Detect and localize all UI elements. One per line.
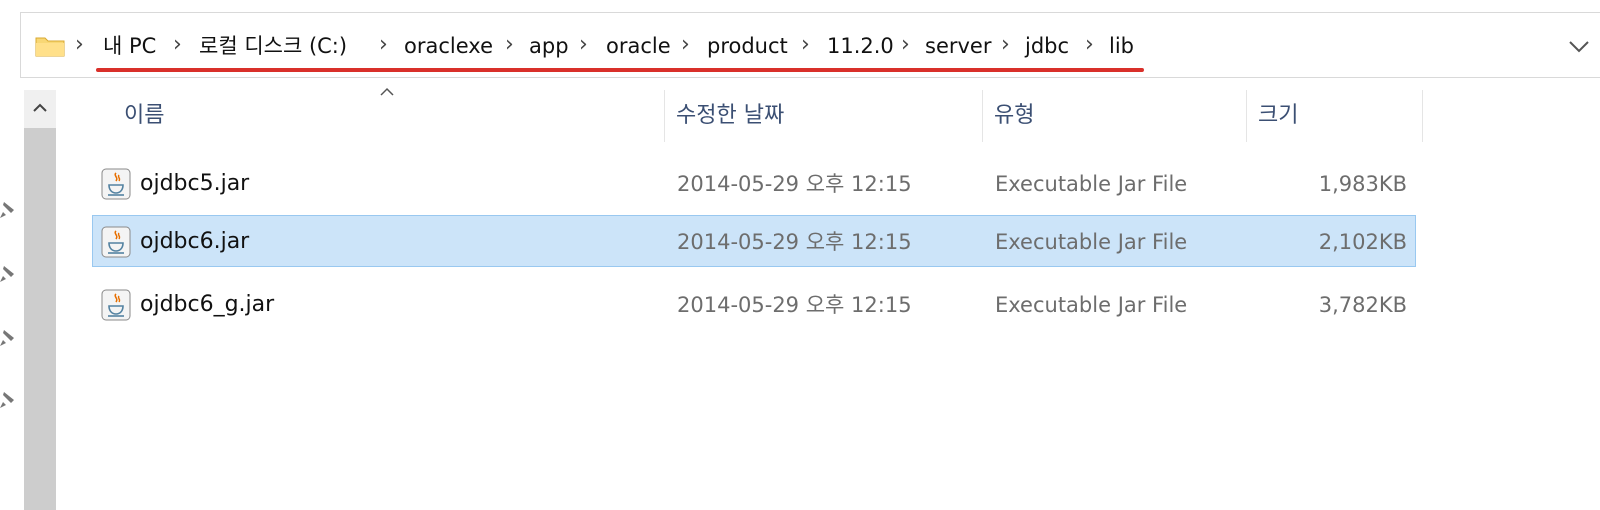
column-header-date[interactable]: 수정한 날짜 [664, 90, 982, 142]
column-header-type[interactable]: 유형 [982, 90, 1246, 142]
pin-icon[interactable] [0, 328, 18, 348]
file-size: 2,102KB [1318, 230, 1407, 254]
file-row[interactable]: ojdbc6_g.jar 2014-05-29 오후 12:15 Executa… [92, 278, 1416, 330]
file-name: ojdbc6_g.jar [140, 292, 275, 317]
folder-icon [35, 37, 65, 57]
pin-icon[interactable] [0, 264, 18, 284]
breadcrumb-separator: › [75, 32, 84, 57]
column-divider[interactable] [1422, 90, 1423, 142]
path-highlight-underline [96, 68, 1144, 72]
java-jar-icon [101, 226, 131, 258]
pin-icon[interactable] [0, 200, 18, 220]
column-header-size[interactable]: 크기 [1246, 90, 1422, 142]
file-type: Executable Jar File [995, 293, 1188, 317]
file-name: ojdbc6.jar [140, 229, 250, 254]
java-jar-icon [101, 289, 131, 321]
chevron-up-icon [33, 103, 47, 112]
scroll-up-button[interactable] [24, 90, 56, 128]
chevron-down-icon[interactable] [1568, 35, 1590, 57]
column-header-name[interactable]: 이름 [112, 90, 664, 142]
file-type: Executable Jar File [995, 230, 1188, 254]
file-name: ojdbc5.jar [140, 171, 250, 196]
file-date: 2014-05-29 오후 12:15 [677, 172, 912, 196]
file-type: Executable Jar File [995, 172, 1188, 196]
file-row[interactable]: ojdbc5.jar 2014-05-29 오후 12:15 Executabl… [92, 157, 1416, 209]
pin-icon[interactable] [0, 390, 18, 410]
java-jar-icon [101, 168, 131, 200]
nav-pane-scrollbar[interactable] [24, 90, 56, 510]
file-size: 3,782KB [1318, 293, 1407, 317]
file-row-selected[interactable]: ojdbc6.jar 2014-05-29 오후 12:15 Executabl… [92, 215, 1416, 267]
file-date: 2014-05-29 오후 12:15 [677, 293, 912, 317]
file-size: 1,983KB [1318, 172, 1407, 196]
file-date: 2014-05-29 오후 12:15 [677, 230, 912, 254]
